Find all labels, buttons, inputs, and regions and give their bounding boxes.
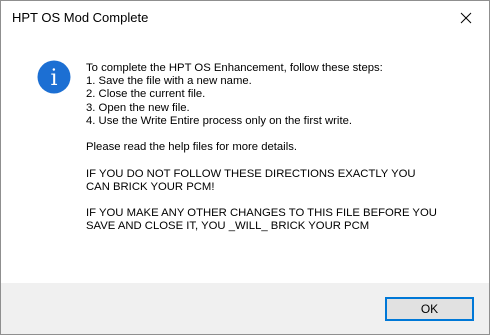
message-line: 2. Close the current file. [86, 88, 206, 101]
dialog-window: HPT OS Mod Complete i To complete the HP… [0, 0, 490, 335]
information-icon: i [37, 60, 71, 94]
message-line: To complete the HPT OS Enhancement, foll… [86, 62, 383, 74]
dialog-content: i To complete the HPT OS Enhancement, fo… [1, 35, 489, 283]
message-line: 3. Open the new file. [86, 101, 190, 114]
message-line: 1. Save the file with a new name. [86, 75, 252, 88]
close-button[interactable] [443, 1, 489, 34]
ok-button[interactable]: OK [385, 297, 474, 321]
message-line: IF YOU MAKE ANY OTHER CHANGES TO THIS FI… [86, 207, 437, 220]
message-line: 4. Use the Write Entire process only on … [86, 114, 353, 127]
message-text: To complete the HPT OS Enhancement, foll… [86, 62, 476, 233]
message-line: IF YOU DO NOT FOLLOW THESE DIRECTIONS EX… [86, 167, 416, 180]
button-bar: OK [1, 283, 489, 334]
title-bar[interactable]: HPT OS Mod Complete [1, 1, 489, 35]
information-icon-glyph: i [50, 66, 57, 91]
message-spacer [86, 194, 476, 207]
close-icon [460, 12, 472, 23]
message-spacer [86, 128, 476, 141]
message-line: Please read the help files for more deta… [86, 141, 297, 154]
message-spacer [86, 154, 476, 167]
message-line: SAVE AND CLOSE IT, YOU _WILL_ BRICK YOUR… [86, 220, 370, 233]
dialog-title: HPT OS Mod Complete [12, 10, 149, 25]
message-line: CAN BRICK YOUR PCM! [86, 180, 215, 193]
